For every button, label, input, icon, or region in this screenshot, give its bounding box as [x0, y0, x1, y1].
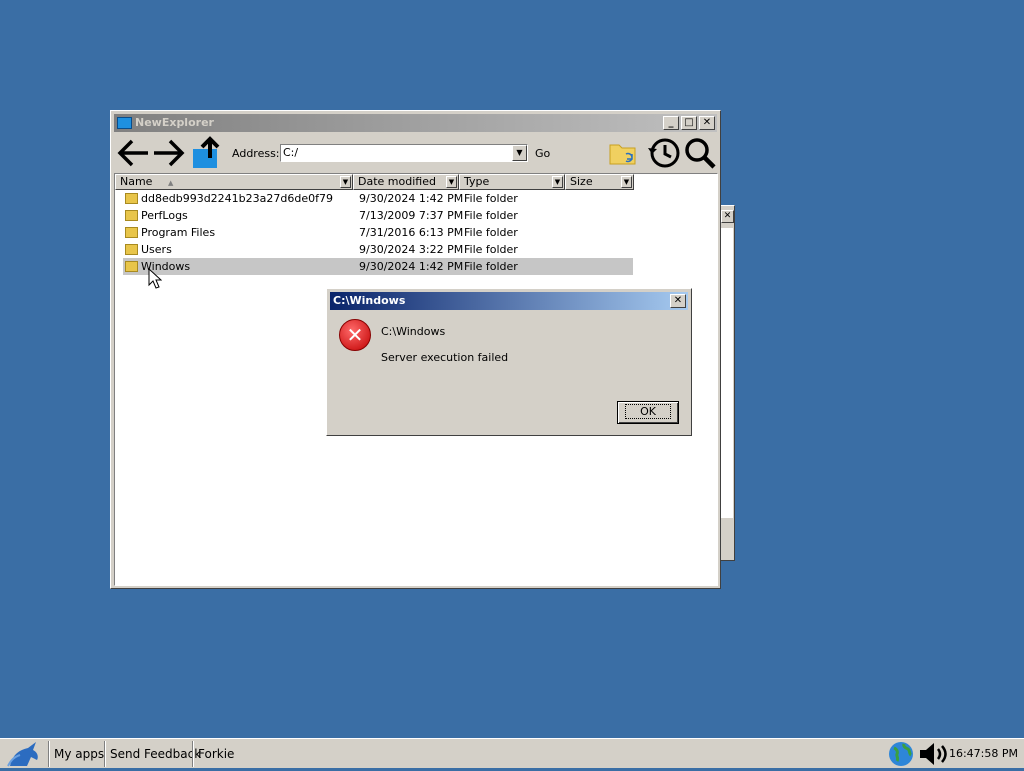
history-icon[interactable]: [646, 136, 682, 170]
column-header-date[interactable]: Date modified ▼: [353, 174, 459, 190]
forward-icon[interactable]: [151, 136, 187, 170]
folder-icon: [125, 193, 138, 204]
background-close-button[interactable]: ✕: [721, 210, 734, 223]
toolbar: Address: C:/ ▼ Go: [114, 134, 717, 174]
background-window-content: [721, 228, 733, 518]
sync-folder-icon[interactable]: [606, 136, 640, 170]
close-button[interactable]: ✕: [699, 116, 715, 130]
dialog-path-text: C:\Windows: [381, 325, 446, 338]
start-logo-icon[interactable]: [4, 740, 44, 768]
folder-icon: [125, 261, 138, 272]
list-item[interactable]: dd8edb993d2241b23a27d6de0f79 9/30/2024 1…: [123, 190, 633, 207]
column-header-name[interactable]: Name ▲ ▼: [115, 174, 353, 190]
network-globe-icon[interactable]: [887, 741, 915, 770]
folder-icon: [125, 210, 138, 221]
up-folder-icon[interactable]: [189, 136, 223, 170]
sort-ascending-icon: ▲: [167, 179, 174, 187]
address-label: Address:: [232, 147, 280, 160]
column-dropdown-icon[interactable]: ▼: [446, 176, 457, 188]
column-dropdown-icon[interactable]: ▼: [621, 176, 632, 188]
address-input[interactable]: C:/ ▼: [280, 144, 528, 162]
mouse-cursor-icon: [148, 268, 162, 289]
column-header-type[interactable]: Type ▼: [459, 174, 565, 190]
ok-button[interactable]: OK: [617, 401, 679, 424]
clock: 16:47:58 PM: [948, 747, 1018, 760]
list-item[interactable]: Program Files 7/31/2016 6:13 PM File fol…: [123, 224, 633, 241]
window-title: NewExplorer: [135, 116, 214, 129]
back-icon[interactable]: [115, 136, 151, 170]
column-dropdown-icon[interactable]: ▼: [552, 176, 563, 188]
address-dropdown-icon[interactable]: ▼: [512, 145, 527, 161]
dialog-title: C:\Windows: [333, 294, 406, 307]
folder-icon: [125, 244, 138, 255]
list-item[interactable]: PerfLogs 7/13/2009 7:37 PM File folder: [123, 207, 633, 224]
address-value: C:/: [283, 146, 299, 159]
taskbar-send-feedback[interactable]: Send Feedback: [104, 741, 206, 767]
taskbar-my-apps[interactable]: My apps: [48, 741, 109, 767]
taskbar-forkie[interactable]: Forkie: [192, 741, 239, 767]
dialog-close-button[interactable]: ✕: [670, 294, 686, 308]
column-header-size[interactable]: Size ▼: [565, 174, 634, 190]
taskbar: My apps Send Feedback Forkie 16:47:58 PM: [0, 738, 1024, 768]
column-dropdown-icon[interactable]: ▼: [340, 176, 351, 188]
list-item[interactable]: Users 9/30/2024 3:22 PM File folder: [123, 241, 633, 258]
app-icon: [117, 117, 132, 129]
minimize-button[interactable]: _: [663, 116, 679, 130]
search-icon[interactable]: [682, 136, 718, 170]
error-icon: ✕: [339, 319, 371, 351]
error-dialog: C:\Windows ✕ ✕ C:\Windows Server executi…: [326, 288, 692, 436]
dialog-error-message: Server execution failed: [381, 351, 509, 364]
list-item-selected[interactable]: Windows 9/30/2024 1:42 PM File folder: [123, 258, 633, 275]
dialog-titlebar[interactable]: C:\Windows ✕: [330, 292, 688, 310]
go-button[interactable]: Go: [535, 147, 550, 160]
maximize-button[interactable]: □: [681, 116, 697, 130]
explorer-titlebar[interactable]: NewExplorer _ □ ✕: [114, 114, 717, 132]
folder-icon: [125, 227, 138, 238]
